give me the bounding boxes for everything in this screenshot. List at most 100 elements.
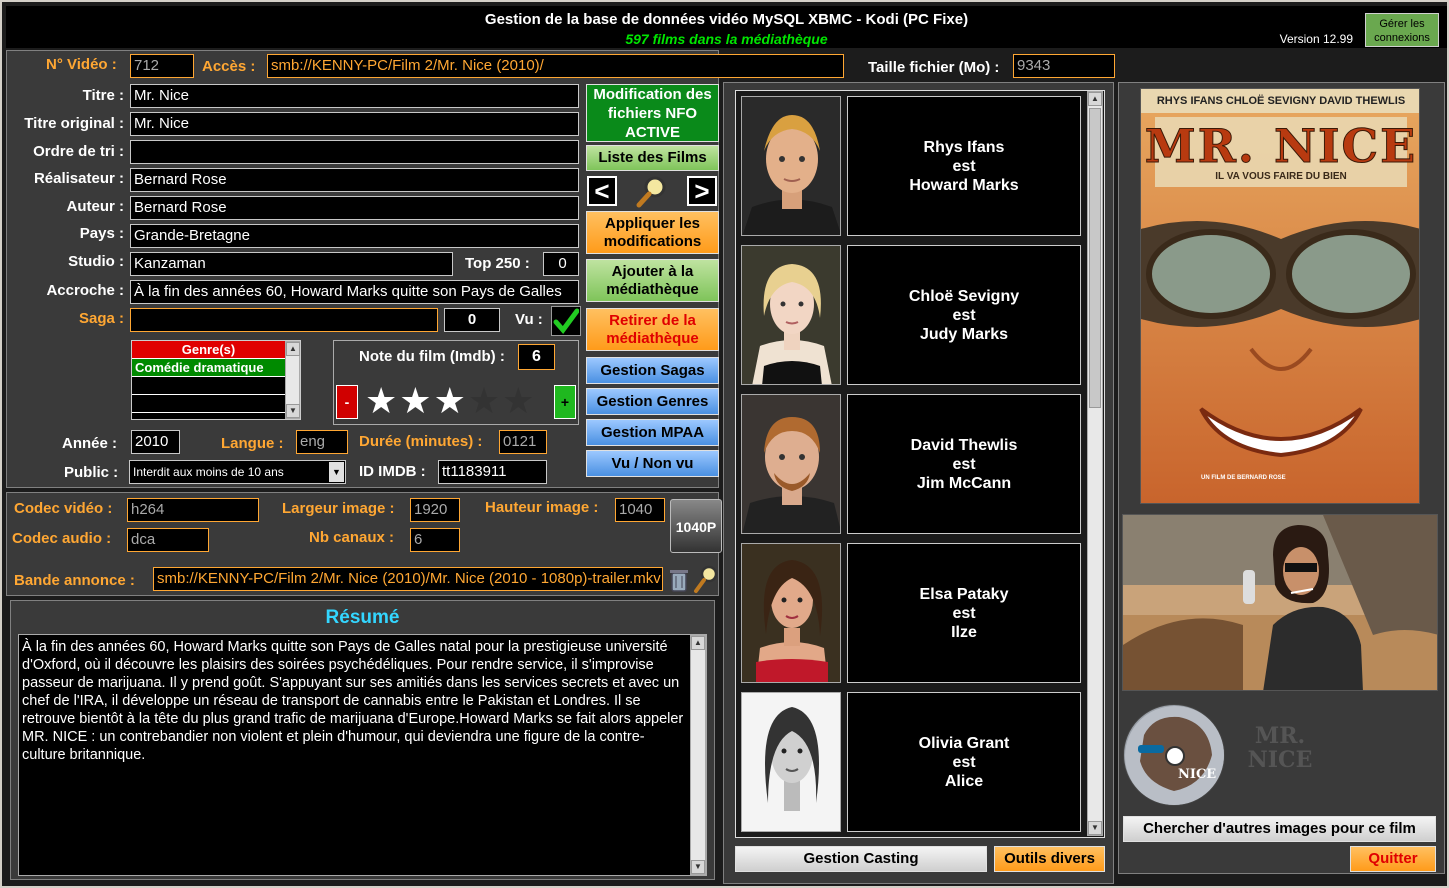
language-field[interactable]: eng: [296, 430, 348, 454]
country-field[interactable]: Grande-Bretagne: [130, 224, 579, 248]
video-no-field[interactable]: 712: [130, 54, 194, 78]
actor-photo[interactable]: [741, 96, 841, 236]
nfo-active-button[interactable]: Modification des fichiers NFO ACTIVE: [586, 84, 719, 142]
movie-count: 597 films dans la médiathèque: [625, 31, 828, 47]
role-connector: est: [952, 306, 976, 324]
scroll-up-icon[interactable]: ▲: [286, 342, 300, 356]
movie-list-button[interactable]: Liste des Films: [586, 145, 719, 171]
actor-photo[interactable]: [741, 543, 841, 683]
acodec-field[interactable]: dca: [127, 528, 209, 552]
manage-casting-button[interactable]: Gestion Casting: [735, 846, 987, 872]
role-connector: est: [952, 157, 976, 175]
seen-toggle-button[interactable]: Vu / Non vu: [586, 450, 719, 477]
scroll-down-icon[interactable]: ▼: [286, 404, 300, 418]
trailer-search-icon[interactable]: [693, 564, 719, 594]
channels-label: Nb canaux :: [309, 529, 395, 546]
actor-role-card[interactable]: Olivia Grant est Alice: [847, 692, 1081, 832]
actor-photo[interactable]: [741, 692, 841, 832]
actor-role-card[interactable]: Rhys Ifans est Howard Marks: [847, 96, 1081, 236]
scroll-up-icon[interactable]: ▲: [691, 636, 705, 650]
misc-tools-button[interactable]: Outils divers: [994, 846, 1105, 872]
country-label: Pays :: [79, 225, 124, 242]
scrollbar-thumb[interactable]: [1089, 108, 1101, 408]
manage-sagas-button[interactable]: Gestion Sagas: [586, 357, 719, 384]
role-name: Judy Marks: [919, 325, 1009, 343]
search-icon[interactable]: [635, 174, 669, 208]
scroll-up-icon[interactable]: ▲: [1088, 92, 1102, 106]
add-to-library-button[interactable]: Ajouter à la médiathèque: [586, 259, 719, 302]
imdb-field[interactable]: tt1183911: [438, 460, 547, 484]
summary-textarea[interactable]: À la fin des années 60, Howard Marks qui…: [18, 634, 707, 876]
genre-item[interactable]: Comédie dramatique: [132, 359, 285, 377]
genre-item-empty[interactable]: [132, 377, 285, 395]
actor-role-card[interactable]: Elsa Pataky est Ilze: [847, 543, 1081, 683]
rating-minus-button[interactable]: -: [336, 385, 358, 419]
remove-from-library-button[interactable]: Retirer de la médiathèque: [586, 308, 719, 351]
director-field[interactable]: Bernard Rose: [130, 168, 579, 192]
actor-role-card[interactable]: David Thewlis est Jim McCann: [847, 394, 1081, 534]
actor-role-card[interactable]: Chloë Sevigny est Judy Marks: [847, 245, 1081, 385]
manage-mpaa-button[interactable]: Gestion MPAA: [586, 419, 719, 446]
trash-icon[interactable]: [669, 567, 689, 593]
genre-item-empty[interactable]: [132, 395, 285, 413]
actor-photo[interactable]: [741, 394, 841, 534]
app-window: Gestion de la base de données vidéo MySQ…: [0, 0, 1449, 888]
width-field[interactable]: 1920: [410, 498, 460, 522]
quit-button[interactable]: Quitter: [1350, 846, 1436, 872]
rating-plus-button[interactable]: +: [554, 385, 576, 419]
scroll-down-icon[interactable]: ▼: [1088, 821, 1102, 835]
movie-poster[interactable]: RHYS IFANS CHLOË SEVIGNY DAVID THEWLIS M…: [1140, 88, 1420, 504]
disc-art[interactable]: NICE: [1123, 704, 1225, 806]
check-icon: [553, 308, 579, 334]
sort-label: Ordre de tri :: [33, 143, 124, 160]
vcodec-field[interactable]: h264: [127, 498, 259, 522]
previous-button[interactable]: <: [587, 176, 617, 206]
original-title-label: Titre original :: [24, 115, 124, 132]
file-size-field[interactable]: 9343: [1013, 54, 1115, 78]
dropdown-arrow-icon[interactable]: ▼: [329, 462, 344, 482]
summary-title: Résumé: [325, 607, 400, 628]
public-value: Interdit aux moins de 10 ans: [133, 465, 284, 479]
sort-field[interactable]: [130, 140, 579, 164]
role-name: Alice: [944, 772, 984, 790]
genres-scrollbar[interactable]: ▲ ▼: [285, 341, 300, 419]
studio-field[interactable]: Kanzaman: [130, 252, 453, 276]
trailer-label: Bande annonce :: [14, 572, 135, 589]
star-icon: ★: [433, 380, 466, 421]
apply-changes-button[interactable]: Appliquer les modifications: [586, 211, 719, 254]
tagline-label: Accroche :: [46, 282, 124, 299]
next-button[interactable]: >: [687, 176, 717, 206]
title-field[interactable]: Mr. Nice: [130, 84, 579, 108]
tagline-field[interactable]: À la fin des années 60, Howard Marks qui…: [130, 280, 579, 304]
genres-list[interactable]: Genre(s) Comédie dramatique ▲ ▼: [131, 340, 301, 420]
seen-checkbox[interactable]: [551, 306, 581, 336]
clearlogo[interactable]: MR. NICE: [1240, 724, 1320, 784]
channels-field[interactable]: 6: [410, 528, 460, 552]
trailer-field[interactable]: smb://KENNY-PC/Film 2/Mr. Nice (2010)/Mr…: [153, 567, 663, 591]
stars-rating[interactable]: ★ ★ ★ ★ ★: [365, 383, 550, 421]
summary-scrollbar[interactable]: ▲ ▼: [690, 635, 706, 875]
saga-field[interactable]: [130, 308, 438, 332]
access-label: Accès :: [202, 58, 256, 75]
movie-fanart[interactable]: [1122, 514, 1438, 691]
saga-number-field[interactable]: 0: [444, 308, 500, 332]
access-field[interactable]: smb://KENNY-PC/Film 2/Mr. Nice (2010)/: [267, 54, 844, 78]
year-field[interactable]: 2010: [131, 430, 180, 454]
top250-field[interactable]: 0: [543, 252, 579, 276]
scroll-down-icon[interactable]: ▼: [691, 860, 705, 874]
public-select[interactable]: Interdit aux moins de 10 ans ▼: [129, 460, 346, 484]
height-field[interactable]: 1040: [615, 498, 665, 522]
manage-connections-button[interactable]: Gérer les connexions: [1365, 13, 1439, 47]
imdb-label: ID IMDB :: [359, 463, 426, 480]
duration-field[interactable]: 0121: [499, 430, 547, 454]
role-name: Ilze: [951, 623, 977, 641]
rating-field[interactable]: 6: [518, 344, 555, 370]
manage-genres-button[interactable]: Gestion Genres: [586, 388, 719, 415]
original-title-field[interactable]: Mr. Nice: [130, 112, 579, 136]
role-name: Jim McCann: [916, 474, 1012, 492]
rating-label: Note du film (Imdb) :: [359, 348, 505, 365]
actor-photo[interactable]: [741, 245, 841, 385]
author-field[interactable]: Bernard Rose: [130, 196, 579, 220]
search-more-images-button[interactable]: Chercher d'autres images pour ce film: [1123, 816, 1436, 842]
cast-scrollbar[interactable]: ▲ ▼: [1087, 91, 1103, 836]
